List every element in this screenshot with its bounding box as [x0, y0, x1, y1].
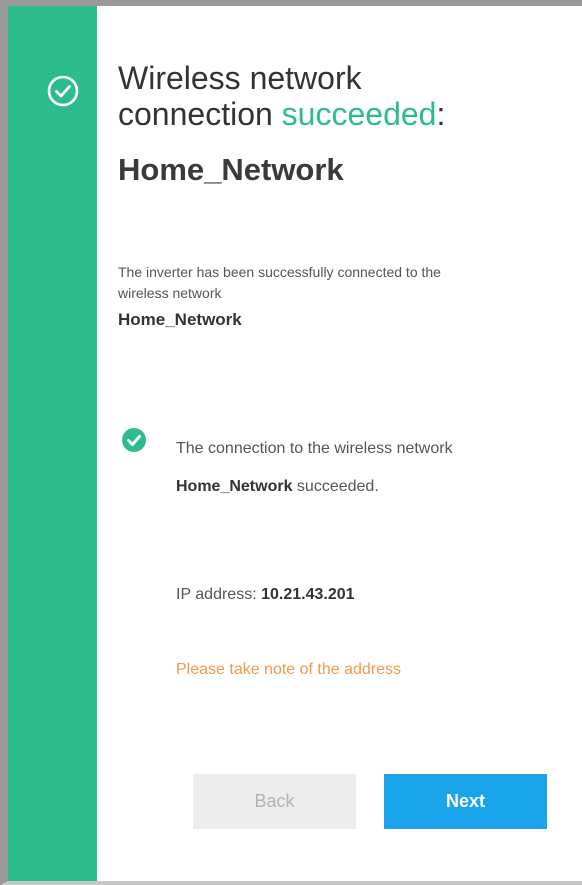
page-title: Wireless network connection succeeded: — [118, 60, 445, 132]
ip-address: IP address: 10.21.43.201 — [176, 586, 355, 604]
ip-value: 10.21.43.201 — [261, 586, 355, 603]
title-line2-prefix: connection — [118, 96, 282, 132]
status-network-name: Home_Network — [176, 478, 293, 495]
back-button[interactable]: Back — [193, 774, 356, 829]
connection-status-message: The connection to the wireless network H… — [176, 430, 536, 506]
status-sidebar — [8, 6, 97, 881]
description-text: The inverter has been successfully conne… — [118, 264, 441, 301]
title-suffix: : — [436, 96, 446, 132]
check-circle-outline-icon — [47, 75, 79, 107]
description: The inverter has been successfully conne… — [118, 262, 478, 330]
ip-label: IP address: — [176, 586, 262, 603]
title-line1: Wireless network — [118, 60, 362, 96]
check-circle-filled-icon — [122, 428, 146, 452]
status-prefix: The connection to the wireless network — [176, 440, 453, 457]
note-message: Please take note of the address — [176, 661, 402, 678]
description-network-name: Home_Network — [118, 310, 242, 329]
title-accent: succeeded — [281, 96, 437, 132]
next-button[interactable]: Next — [384, 774, 547, 829]
network-name-heading: Home_Network — [118, 152, 344, 187]
status-suffix: succeeded. — [292, 478, 379, 495]
